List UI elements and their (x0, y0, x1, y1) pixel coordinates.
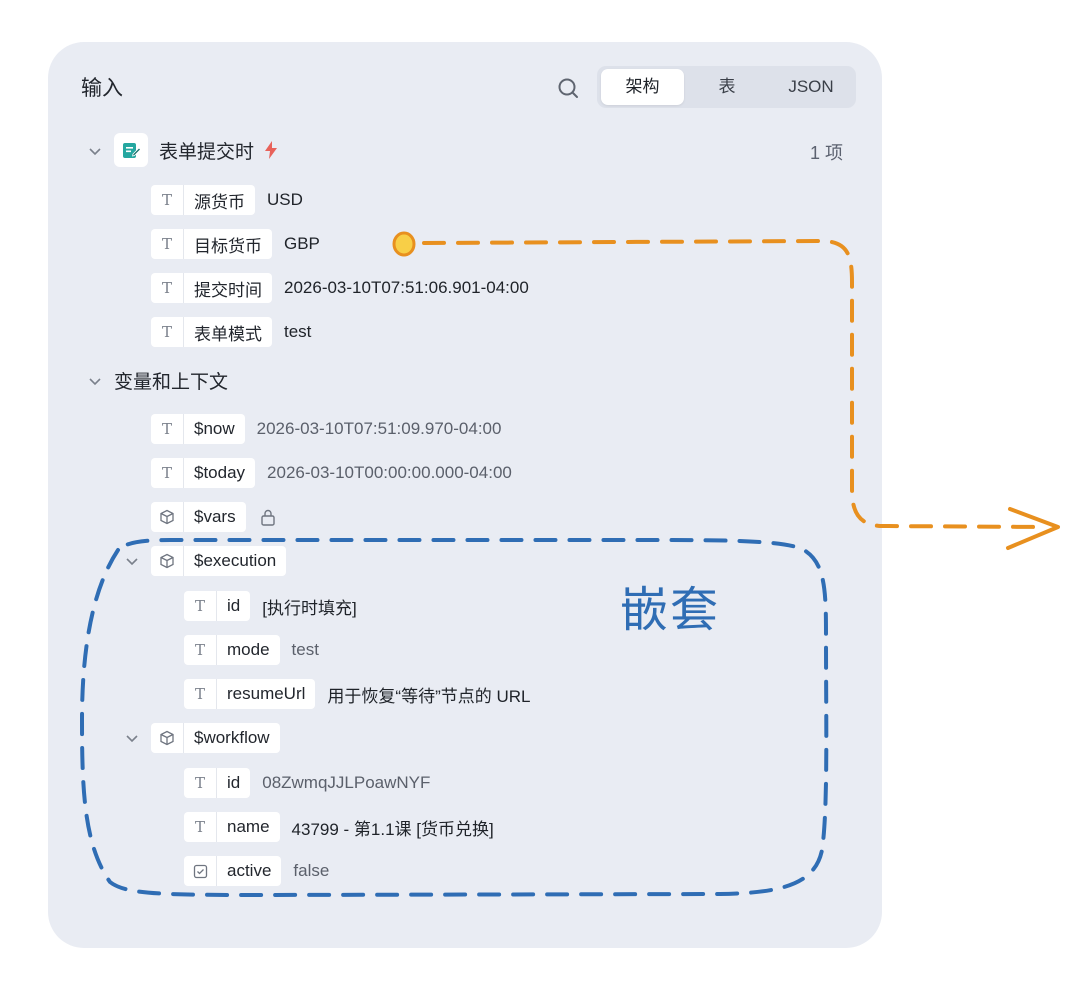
text-type-icon: T (184, 591, 217, 621)
item-count: 1 项 (810, 143, 844, 163)
text-type-icon: T (184, 679, 217, 709)
field-name: $execution (194, 551, 277, 570)
list-item[interactable]: $vars (151, 501, 276, 533)
form-trigger-icon (114, 133, 148, 167)
field-value: 2026-03-10T07:51:06.901-04:00 (284, 278, 529, 297)
field-chip: T name (184, 812, 280, 842)
field-chip: T 表单模式 (151, 317, 272, 347)
chevron-down-icon[interactable] (85, 371, 105, 391)
field-name: $today (194, 463, 246, 482)
trigger-group-header[interactable]: 表单提交时 (114, 133, 278, 167)
field-name: 表单模式 (194, 324, 262, 344)
workflow-object[interactable]: $workflow (151, 722, 280, 754)
field-name: resumeUrl (227, 684, 306, 703)
field-name: name (227, 817, 270, 836)
lock-icon (260, 509, 275, 526)
scrollbar[interactable] (852, 130, 860, 900)
list-item[interactable]: T resumeUrl 用于恢复“等待”节点的 URL (184, 678, 530, 710)
list-item[interactable]: T 目标货币 GBP (151, 228, 320, 260)
field-chip: T mode (184, 635, 280, 665)
search-button[interactable] (553, 73, 583, 103)
chevron-down-icon[interactable] (85, 141, 105, 161)
field-value: false (293, 861, 330, 880)
nested-annotation-label: 嵌套 (620, 582, 721, 638)
field-chip: T $now (151, 414, 245, 444)
field-name: active (227, 861, 272, 880)
list-item[interactable]: active false (184, 855, 329, 887)
checkbox-icon (184, 856, 217, 886)
panel-title: 输入 (81, 77, 123, 100)
list-item[interactable]: T $today 2026-03-10T00:00:00.000-04:00 (151, 457, 512, 489)
field-chip: T id (184, 768, 251, 798)
vars-group-label: 变量和上下文 (114, 371, 229, 393)
lightning-icon (265, 141, 278, 159)
text-type-icon: T (151, 317, 184, 347)
cube-icon (151, 546, 184, 576)
field-chip: T 目标货币 (151, 229, 272, 259)
list-item[interactable]: T $now 2026-03-10T07:51:09.970-04:00 (151, 413, 501, 445)
field-value: USD (267, 190, 303, 209)
field-value: GBP (284, 234, 320, 253)
field-value: test (284, 322, 312, 341)
field-chip: $workflow (151, 723, 280, 753)
stage: 输入 架构 表 JSON 表单提交时 1 项 T 源货币 USD T 目标货币 … (0, 0, 1082, 992)
list-item[interactable]: T id 08ZwmqJJLPoawNYF (184, 767, 430, 799)
text-type-icon: T (151, 458, 184, 488)
field-name: mode (227, 640, 270, 659)
field-name: $now (194, 419, 235, 438)
list-item[interactable]: T 源货币 USD (151, 184, 303, 216)
execution-object[interactable]: $execution (151, 545, 287, 577)
view-switch: 架构 表 JSON (597, 66, 856, 108)
list-item[interactable]: T mode test (184, 634, 319, 666)
field-name: id (227, 773, 241, 792)
text-type-icon: T (184, 812, 217, 842)
list-item[interactable]: T name 43799 - 第1.1课 [货币兑换] (184, 811, 494, 843)
list-item[interactable]: T 提交时间 2026-03-10T07:51:06.901-04:00 (151, 272, 529, 304)
field-value: 2026-03-10T07:51:09.970-04:00 (256, 419, 502, 438)
field-chip: active (184, 856, 282, 886)
list-item[interactable]: T 表单模式 test (151, 316, 311, 348)
text-type-icon: T (184, 768, 217, 798)
arrow-head (1006, 507, 1060, 550)
cube-icon (151, 502, 184, 532)
text-type-icon: T (151, 229, 184, 259)
field-chip: T 提交时间 (151, 273, 272, 303)
field-chip: T 源货币 (151, 185, 255, 215)
chevron-down-icon[interactable] (122, 728, 142, 748)
field-chip: $execution (151, 546, 287, 576)
field-value: test (291, 640, 319, 659)
field-chip: T $today (151, 458, 256, 488)
field-name: 提交时间 (194, 280, 262, 300)
field-value: 2026-03-10T00:00:00.000-04:00 (267, 463, 512, 482)
field-value: [执行时填充] (262, 598, 357, 618)
text-type-icon: T (184, 635, 217, 665)
field-chip: $vars (151, 502, 246, 532)
field-chip: T resumeUrl (184, 679, 316, 709)
field-name: 源货币 (194, 192, 245, 212)
field-value: 08ZwmqJJLPoawNYF (262, 773, 431, 792)
trigger-group-label: 表单提交时 (159, 141, 255, 163)
field-chip: T id (184, 591, 251, 621)
list-item[interactable]: T id [执行时填充] (184, 590, 357, 622)
field-value: 用于恢复“等待”节点的 URL (327, 686, 531, 706)
text-type-icon: T (151, 273, 184, 303)
field-name: $vars (194, 507, 236, 526)
tab-table[interactable]: 表 (687, 69, 767, 105)
text-type-icon: T (151, 414, 184, 444)
vars-group-header[interactable]: 变量和上下文 (114, 364, 228, 396)
field-name: id (227, 596, 241, 615)
text-type-icon: T (151, 185, 184, 215)
field-name: 目标货币 (194, 236, 262, 256)
search-icon (558, 78, 578, 98)
field-name: $workflow (194, 728, 270, 747)
tab-schema[interactable]: 架构 (601, 69, 684, 105)
cube-icon (151, 723, 184, 753)
field-value: 43799 - 第1.1课 [货币兑换] (291, 819, 494, 839)
chevron-down-icon[interactable] (122, 551, 142, 571)
tab-json[interactable]: JSON (771, 69, 851, 105)
